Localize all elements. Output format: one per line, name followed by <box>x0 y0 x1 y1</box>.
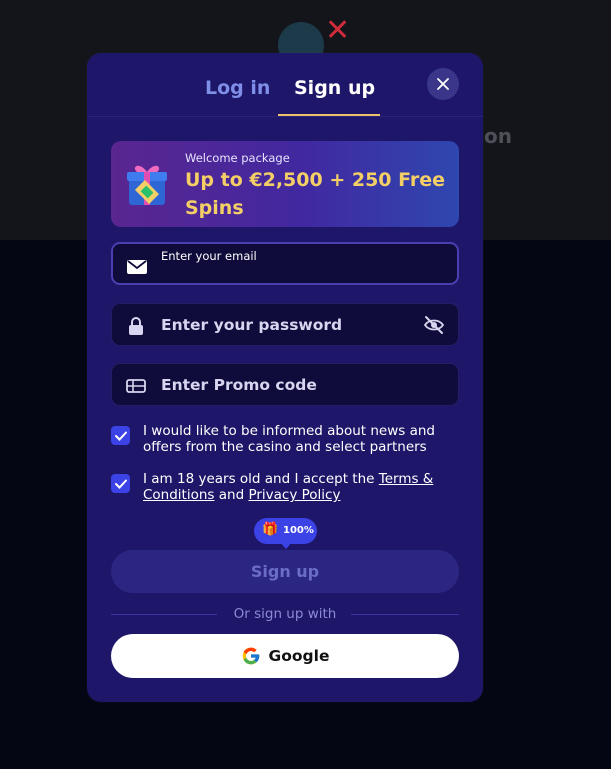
email-field[interactable]: Enter your email <box>111 242 459 285</box>
email-field-label: Enter your email <box>161 249 257 263</box>
google-signup-button[interactable]: Google <box>111 634 459 678</box>
welcome-package-banner: Welcome package Up to €2,500 + 250 Free … <box>111 141 459 227</box>
checkmark-icon <box>114 431 127 441</box>
auth-tabs: Log in Sign up <box>87 53 483 117</box>
age-consent-and: and <box>214 487 249 503</box>
age-consent-text: I am 18 years old and I accept the Terms… <box>143 471 461 503</box>
checkmark-icon <box>114 479 127 489</box>
lock-icon <box>129 317 143 335</box>
tab-login[interactable]: Log in <box>205 77 270 99</box>
bonus-percent-text: 100% <box>283 525 314 536</box>
tabs-divider <box>87 116 483 117</box>
promo-title: Up to €2,500 + 250 Free Spins <box>185 169 446 219</box>
or-sign-up-with-text: Or sign up with <box>233 606 337 622</box>
tab-signup[interactable]: Sign up <box>294 77 375 99</box>
background-partial-text: on <box>484 124 512 148</box>
google-button-label: Google <box>268 647 330 665</box>
age-consent-checkbox[interactable] <box>111 474 130 493</box>
eye-off-icon[interactable] <box>423 315 445 335</box>
promo-code-field[interactable]: Enter Promo code <box>111 363 459 406</box>
google-icon <box>242 647 259 665</box>
ticket-icon <box>126 379 146 393</box>
close-button[interactable] <box>427 68 459 100</box>
password-field[interactable]: Enter your password <box>111 303 459 346</box>
envelope-icon <box>127 260 147 274</box>
gift-box-icon <box>127 165 167 205</box>
close-icon <box>437 78 449 90</box>
privacy-policy-link[interactable]: Privacy Policy <box>248 487 340 503</box>
promo-subtitle: Welcome package <box>185 151 290 165</box>
gift-icon: 🎁 <box>262 522 279 537</box>
password-placeholder: Enter your password <box>161 316 343 334</box>
age-consent-text-start: I am 18 years old and I accept the <box>143 471 379 487</box>
signup-modal: Log in Sign up Welcome package Up to €2,… <box>87 53 483 702</box>
news-consent-checkbox[interactable] <box>111 426 130 445</box>
bonus-percent-badge: 🎁 100% <box>254 518 317 549</box>
background-close-mark: ✕ <box>325 13 351 48</box>
signup-button[interactable]: Sign up <box>111 550 459 593</box>
promo-code-placeholder: Enter Promo code <box>161 376 317 394</box>
news-consent-text: I would like to be informed about news a… <box>143 423 436 455</box>
badge-pointer <box>280 542 292 549</box>
or-divider: Or sign up with <box>111 605 459 623</box>
